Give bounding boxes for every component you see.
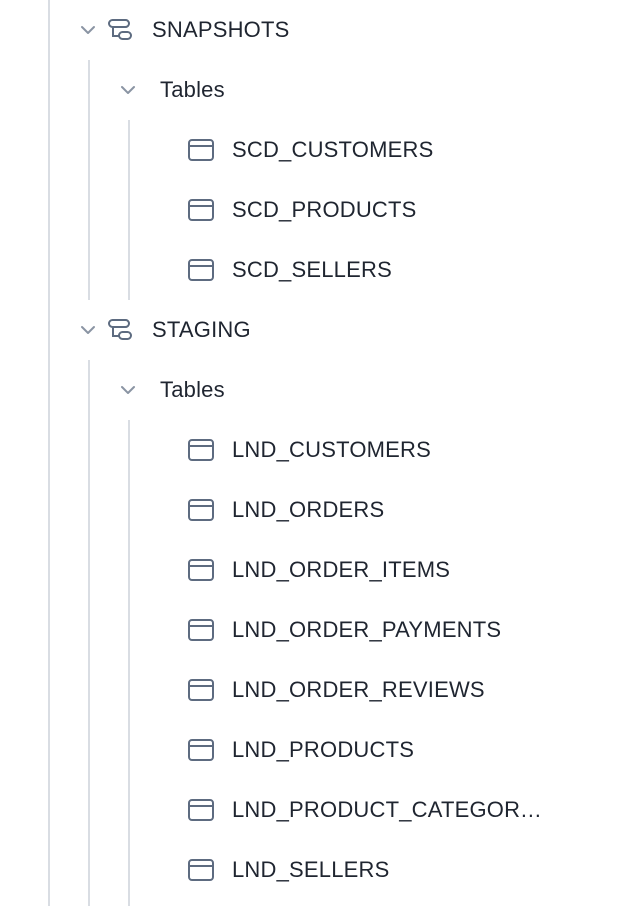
table-icon [188,559,214,581]
table-row[interactable]: LND_CUSTOMERS [0,420,618,480]
table-row[interactable]: LND_SELLERS [0,840,618,900]
table-row[interactable]: LND_ORDERS [0,480,618,540]
table-icon [188,439,214,461]
table-label: LND_CUSTOMERS [232,437,432,462]
schema-row-snapshots[interactable]: SNAPSHOTS [0,0,618,60]
table-icon [188,199,214,221]
table-icon [188,499,214,521]
table-label: LND_SELLERS [232,857,390,882]
table-label: LND_ORDER_ITEMS [232,557,451,582]
chevron-down-icon[interactable] [79,21,97,39]
table-icon [188,799,214,821]
schema-row-staging[interactable]: STAGING [0,300,618,360]
table-icon [188,139,214,161]
schema-label: STAGING [152,317,251,342]
table-label: LND_ORDER_REVIEWS [232,677,485,702]
folder-label: Tables [160,377,225,402]
table-icon [188,259,214,281]
table-icon [188,739,214,761]
chevron-down-icon[interactable] [119,381,137,399]
schema-label: SNAPSHOTS [152,17,290,42]
folder-label: Tables [160,77,225,102]
table-row[interactable]: LND_ORDER_ITEMS [0,540,618,600]
database-tree: SNAPSHOTS Tables SCD_CUSTOMERS SCD_PRODU… [0,0,618,906]
table-label: LND_PRODUCT_CATEGORY_NAME_TRANSLATION [232,797,552,822]
table-label: SCD_PRODUCTS [232,197,417,222]
schema-icon [108,19,132,40]
table-label: SCD_CUSTOMERS [232,137,434,162]
table-label: LND_PRODUCTS [232,737,415,762]
table-icon [188,859,214,881]
table-label: LND_ORDERS [232,497,385,522]
table-row[interactable]: SCD_PRODUCTS [0,180,618,240]
table-label: LND_ORDER_PAYMENTS [232,617,502,642]
schema-icon [108,319,132,340]
chevron-down-icon[interactable] [79,321,97,339]
table-icon [188,679,214,701]
table-row[interactable]: LND_PRODUCTS [0,720,618,780]
chevron-down-icon[interactable] [119,81,137,99]
table-row[interactable]: SCD_SELLERS [0,240,618,300]
table-row[interactable]: SCD_CUSTOMERS [0,120,618,180]
folder-row-staging-tables[interactable]: Tables [0,360,618,420]
table-label: SCD_SELLERS [232,257,392,282]
table-row[interactable]: LND_ORDER_PAYMENTS [0,600,618,660]
table-row[interactable]: LND_ORDER_REVIEWS [0,660,618,720]
table-icon [188,619,214,641]
table-row[interactable]: LND_PRODUCT_CATEGORY_NAME_TRANSLATION [0,780,618,840]
folder-row-snapshots-tables[interactable]: Tables [0,60,618,120]
